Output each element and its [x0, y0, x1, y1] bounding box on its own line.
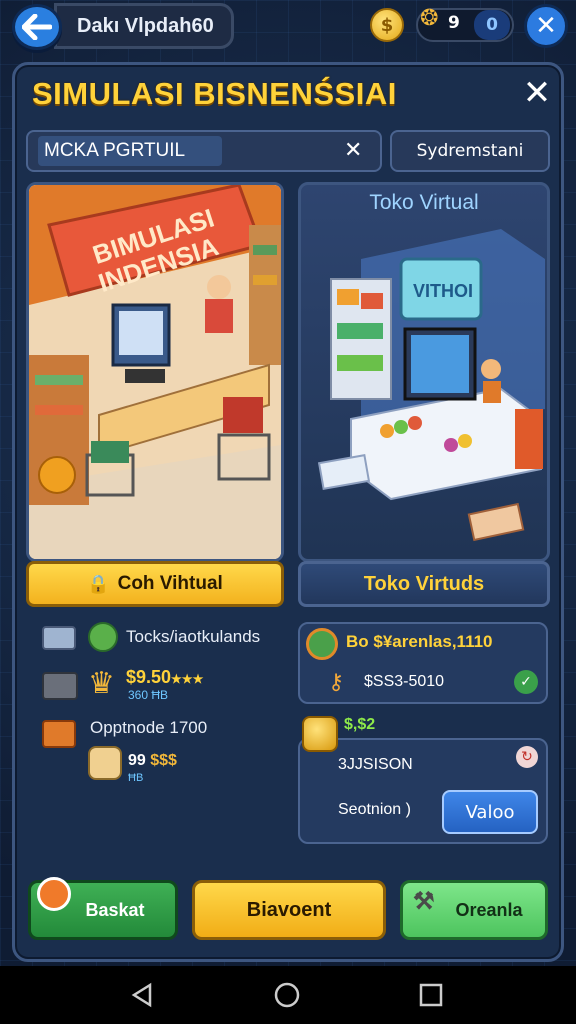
username-pill[interactable]: Dakı Vlpdah60	[54, 3, 234, 49]
stat-value-2: $9.50★★★	[126, 667, 203, 688]
resource-value: 9	[448, 13, 460, 33]
timer-icon	[306, 628, 338, 660]
shop-illustration-left: BIMULASI INDENSIA	[29, 185, 281, 559]
card-heading: Toko Virtual	[369, 191, 479, 214]
stat-box-1-line-1: Bo $¥arenlas,1110	[346, 632, 493, 651]
left-card-button[interactable]: 🔒 Coh Vihtual	[26, 561, 284, 607]
oreanla-label: Oreanla	[455, 899, 523, 920]
nav-recents-icon[interactable]	[418, 982, 444, 1008]
card-sign: VITHOI	[413, 281, 473, 301]
baskat-label: Baskat	[85, 899, 145, 920]
back-button[interactable]	[12, 4, 62, 50]
baskat-button[interactable]: Baskat	[28, 877, 178, 940]
clear-search-icon[interactable]: ✕	[344, 138, 362, 163]
shop-card-right[interactable]: Toko Virtual VITHOI	[298, 182, 550, 562]
top-bar: Dakı Vlpdah60 $ ❂ 9 0 ✕	[0, 0, 576, 56]
stat-sub-4: ĦB	[128, 772, 144, 784]
stat-label-1: Tocks/iaotkulands	[126, 627, 261, 646]
coin-icon[interactable]: $	[370, 8, 404, 42]
stat-value-2-text: $9.50	[126, 667, 172, 687]
right-card-button-label: Toko Virtuds	[363, 572, 485, 595]
valoo-button[interactable]: Valoo	[442, 790, 538, 834]
shop-card-left[interactable]: BIMULASI INDENSIA	[26, 182, 284, 562]
gold-coin-icon	[302, 716, 338, 752]
wrench-icon: ⚒	[413, 888, 435, 915]
nav-home-icon[interactable]	[274, 982, 300, 1008]
close-icon[interactable]: ✕	[524, 4, 568, 48]
arrow-left-icon	[22, 14, 52, 40]
stat-label-3: Opptnode 1700	[90, 718, 208, 737]
stat-box-1-line-2: $SS3-5010	[364, 673, 445, 690]
search-input[interactable]: MCKA PGRTUIL	[38, 136, 222, 166]
chest-icon	[42, 720, 76, 748]
lock-icon: 🔒	[87, 573, 110, 594]
stat-value-4-text: 99	[128, 752, 146, 769]
nav-back-icon[interactable]	[130, 982, 156, 1008]
gear-icon	[88, 622, 118, 652]
check-icon[interactable]: ✓	[514, 670, 538, 694]
left-card-button-label: Coh Vihtual	[117, 573, 223, 594]
package-icon	[42, 626, 76, 650]
target-icon	[37, 877, 71, 911]
panel-close-icon[interactable]: ✕	[520, 76, 554, 110]
crate-icon	[42, 672, 78, 700]
system-nav-bar	[0, 966, 576, 1024]
crown-icon: ♛	[88, 666, 115, 701]
stat-box-2-line-1: 3JJSISON	[338, 756, 413, 773]
biavoent-button[interactable]: Biavoent	[192, 880, 386, 940]
key-icon: ⚷	[328, 670, 345, 695]
page-title: SIMULASI BISNENŚSIAI	[32, 76, 397, 111]
stat-value-4: 99 $$$	[128, 752, 177, 770]
gem-counter[interactable]: 0	[474, 10, 510, 40]
stat-box-2-badge: $,$2	[344, 716, 376, 733]
shop-illustration-right: VITHOI	[317, 229, 545, 542]
stat-box-2-line-2: Seotnion )	[338, 801, 411, 818]
coin-symbol: $	[380, 14, 394, 36]
refresh-icon[interactable]: ↻	[516, 746, 538, 768]
right-card-button[interactable]: Toko Virtuds	[298, 561, 550, 607]
stat-coins-4: $$$	[150, 752, 177, 769]
stars-icon: ★★★	[171, 672, 204, 686]
oreanla-button[interactable]: ⚒ Oreanla	[400, 880, 548, 940]
scroll-icon	[88, 746, 122, 780]
moneybag-icon: ❂	[420, 6, 439, 31]
filter-button[interactable]: Sydremstani	[390, 130, 550, 172]
username-text: Dakı Vlpdah60	[77, 14, 214, 37]
biavoent-label: Biavoent	[246, 898, 332, 921]
stat-sub-2: 360 ĦB	[128, 688, 169, 702]
search-field[interactable]: MCKA PGRTUIL	[26, 130, 382, 172]
